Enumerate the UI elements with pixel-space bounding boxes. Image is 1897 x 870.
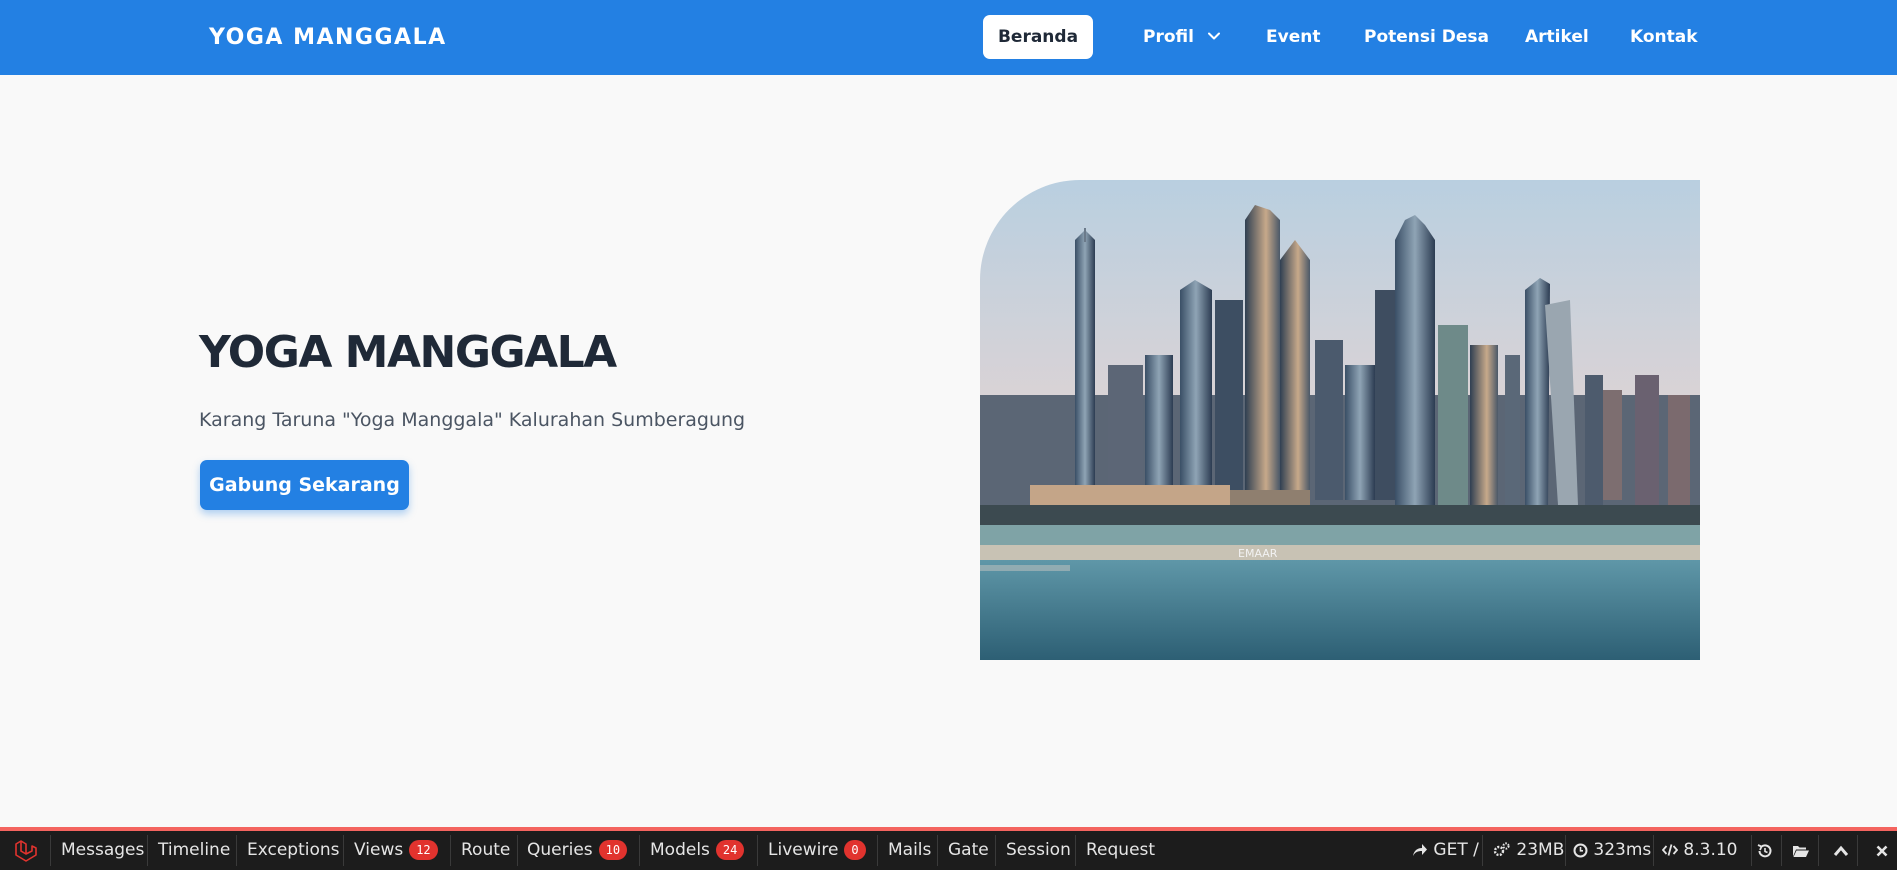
image-signage-text: EMAAR (1238, 547, 1278, 560)
hero-title: YOGA MANGGALA (199, 327, 617, 378)
request-method-indicator[interactable]: GET / (1412, 831, 1479, 870)
divider (1075, 835, 1076, 866)
debugbar-tab-livewire[interactable]: Livewire 0 (768, 831, 866, 870)
php-version-indicator[interactable]: 8.3.10 (1661, 831, 1738, 870)
nav-item-kontak[interactable]: Kontak (1630, 15, 1698, 59)
chevron-up-icon[interactable] (1829, 831, 1853, 870)
divider (639, 835, 640, 866)
debugbar-tab-messages[interactable]: Messages (61, 831, 144, 870)
debugbar-tab-route[interactable]: Route (461, 831, 510, 870)
divider (877, 835, 878, 866)
divider (147, 835, 148, 866)
debugbar-tab-gate[interactable]: Gate (948, 831, 989, 870)
clock-icon (1573, 843, 1588, 857)
code-icon (1661, 844, 1679, 856)
debugbar-tab-exceptions[interactable]: Exceptions (247, 831, 340, 870)
request-duration-indicator[interactable]: 323ms (1573, 831, 1651, 870)
chevron-down-icon (1207, 13, 1220, 57)
divider (1818, 835, 1819, 866)
close-icon[interactable] (1870, 831, 1894, 870)
divider (1653, 835, 1654, 866)
hero-image-city-skyline: EMAAR (980, 180, 1700, 660)
divider (937, 835, 938, 866)
folder-open-icon[interactable] (1789, 831, 1813, 870)
history-icon[interactable] (1753, 831, 1777, 870)
nav-item-artikel[interactable]: Artikel (1525, 15, 1589, 59)
debugbar-tab-queries[interactable]: Queries 10 (527, 831, 628, 870)
models-count-badge: 24 (715, 840, 745, 860)
divider (50, 835, 51, 866)
debugbar-tab-timeline[interactable]: Timeline (158, 831, 230, 870)
debugbar: Messages Timeline Exceptions Views 12 Rou… (0, 827, 1897, 870)
views-count-badge: 12 (409, 840, 438, 860)
tab-label: Queries (527, 840, 593, 860)
tab-label: Models (650, 840, 710, 860)
nav-item-profil[interactable]: Profil (1143, 15, 1220, 59)
nav-item-beranda[interactable]: Beranda (983, 15, 1093, 59)
divider (343, 835, 344, 866)
nav-item-profil-label: Profil (1143, 27, 1194, 47)
cogs-icon (1493, 842, 1510, 857)
nav-item-potensi-desa[interactable]: Potensi Desa (1364, 15, 1489, 59)
divider (757, 835, 758, 866)
memory-usage-indicator[interactable]: 23MB (1493, 831, 1564, 870)
nav-item-event[interactable]: Event (1266, 15, 1320, 59)
join-now-button[interactable]: Gabung Sekarang (200, 460, 409, 510)
divider (1751, 835, 1752, 866)
hero-subtitle: Karang Taruna "Yoga Manggala" Kalurahan … (199, 409, 746, 431)
request-method-text: GET / (1433, 840, 1479, 860)
divider (1857, 835, 1858, 866)
memory-usage-text: 23MB (1516, 840, 1565, 860)
share-arrow-icon (1413, 844, 1427, 856)
debugbar-tab-request[interactable]: Request (1086, 831, 1155, 870)
debugbar-tab-session[interactable]: Session (1006, 831, 1071, 870)
request-duration-text: 323ms (1593, 840, 1652, 860)
php-version-text: 8.3.10 (1683, 840, 1738, 860)
divider (1565, 835, 1566, 866)
queries-count-badge: 10 (598, 840, 628, 860)
debugbar-tab-mails[interactable]: Mails (888, 831, 931, 870)
debugbar-tab-views[interactable]: Views 12 (354, 831, 438, 870)
divider (236, 835, 237, 866)
debugbar-tab-models[interactable]: Models 24 (650, 831, 745, 870)
divider (1781, 835, 1782, 866)
divider (517, 835, 518, 866)
divider (995, 835, 996, 866)
divider (450, 835, 451, 866)
livewire-count-badge: 0 (844, 840, 866, 860)
navbar: YOGA MANGGALA Beranda Profil Event Poten… (0, 0, 1897, 75)
divider (1482, 835, 1483, 866)
tab-label: Livewire (768, 840, 839, 860)
tab-label: Views (354, 840, 404, 860)
brand-logo[interactable]: YOGA MANGGALA (209, 24, 447, 52)
laravel-logo-icon[interactable] (14, 831, 38, 870)
